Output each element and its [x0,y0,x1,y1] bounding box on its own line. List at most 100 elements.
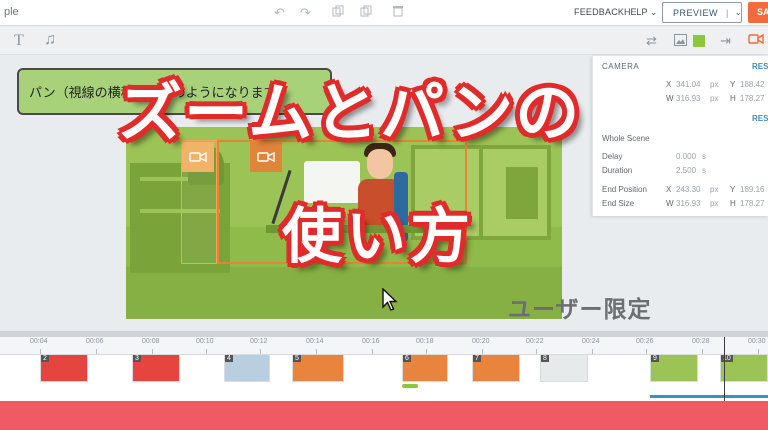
app-title: ple [4,6,19,18]
timeline-tick-mark [206,349,207,354]
end-h-value[interactable]: 178.27 [740,199,764,208]
chevron-down-icon: ⌄ [649,7,658,17]
x-unit: px [710,80,719,89]
end-y-label: Y [730,185,736,194]
caption-line-2: 使い方 [282,202,474,272]
bottle-shape [506,167,538,219]
timeline-tick-label: 00:30 [748,338,766,345]
w-label: W [666,94,674,103]
whole-scene-select[interactable]: Whole Scene [602,134,650,143]
mouse-cursor-icon [382,287,398,317]
timeline-tick-mark [646,349,647,354]
save-button[interactable]: SA [748,2,768,23]
clip-number: 2 [41,355,49,362]
timeline-tick-label: 00:22 [526,338,544,345]
camera-track-bar[interactable] [650,395,768,398]
duration-value[interactable]: 2.500 [676,166,696,175]
panel-heading: CAMERA [602,62,640,71]
y-value[interactable]: 188.42 [740,80,764,89]
camera-tool-icon[interactable] [748,33,764,48]
duration-unit: s [702,166,706,175]
undo-icon[interactable]: ↶ [274,5,285,21]
clip-number: 4 [225,355,233,362]
feedback-link[interactable]: FEEDBACK [574,7,624,17]
timeline-tick-label: 00:06 [86,338,104,345]
end-y-value[interactable]: 189.16 [740,185,764,194]
timeline-tick-label: 00:10 [196,338,214,345]
image-icon[interactable] [674,34,687,49]
clip-number: 6 [403,355,411,362]
transition-marker[interactable] [402,384,418,388]
h-value[interactable]: 178.27 [740,94,764,103]
timeline-tick-mark [592,349,593,354]
members-only-watermark: ユーザー限定 [508,296,652,322]
end-size-label: End Size [602,199,635,208]
timeline-tick-label: 00:08 [142,338,160,345]
reset-link[interactable]: RES [752,62,768,71]
swap-icon[interactable]: ⇄ [646,33,657,49]
w-value[interactable]: 316.93 [676,94,700,103]
timeline-tick-label: 00:18 [416,338,434,345]
timeline-tick-label: 00:28 [692,338,710,345]
end-x-unit: px [710,185,719,194]
playhead[interactable] [724,337,725,401]
enter-icon[interactable]: ⇥ [720,33,731,49]
timeline-clip[interactable]: 4 [224,354,270,382]
music-tool-icon[interactable]: ♫ [44,31,56,49]
timeline-tick-label: 00:20 [472,338,490,345]
timeline-clip[interactable]: 2 [40,354,88,382]
end-position-label: End Position [602,185,647,194]
delete-icon[interactable] [392,5,404,20]
x-label: X [666,80,672,89]
end-x-value[interactable]: 243.30 [676,185,700,194]
delay-value[interactable]: 0.000 [676,152,696,161]
w-unit: px [710,94,719,103]
end-x-label: X [666,185,672,194]
reset-link-2[interactable]: RES [752,114,768,123]
clip-number: 8 [541,355,549,362]
chevron-down-icon[interactable]: ⌄ [735,8,742,17]
caption-line-1: ズームとパンの [118,77,582,151]
timeline-tick-mark [536,349,537,354]
clip-number: 3 [133,355,141,362]
timeline-clip[interactable]: 9 [650,354,698,382]
clip-number: 10 [721,355,733,362]
delay-label: Delay [602,152,623,161]
help-label: HELP [624,7,648,17]
timeline-tick-label: 00:16 [362,338,380,345]
bottom-banner [0,401,768,430]
end-h-label: H [730,199,736,208]
clip-number: 9 [651,355,659,362]
timeline-tick-mark [702,349,703,354]
duration-label: Duration [602,166,633,175]
h-label: H [730,94,736,103]
timeline-tick-mark [372,349,373,354]
clip-number: 5 [293,355,301,362]
timeline-tick-label: 00:12 [250,338,268,345]
redo-icon[interactable]: ↷ [300,5,311,21]
timeline-clip[interactable]: 8 [540,354,588,382]
copy-icon[interactable] [332,5,344,20]
preview-separator: | [726,7,729,18]
paste-icon[interactable] [360,5,372,20]
timeline-clip[interactable]: 6 [402,354,448,382]
timeline-clip[interactable]: 10 [720,354,768,382]
timeline-clip[interactable]: 7 [472,354,520,382]
clip-number: 7 [473,355,481,362]
timeline-tick-label: 00:14 [306,338,324,345]
preview-label: PREVIEW [673,7,719,18]
help-menu[interactable]: HELP ⌄ [624,7,657,18]
end-w-value[interactable]: 316.93 [676,199,700,208]
timeline-clip[interactable]: 3 [132,354,180,382]
timeline-clip[interactable]: 5 [292,354,344,382]
y-label: Y [730,80,736,89]
text-tool-icon[interactable]: T [14,32,24,50]
timeline-tick-label: 00:04 [30,338,48,345]
end-w-label: W [666,199,674,208]
window-divider [479,145,483,240]
timeline-tick-mark [96,349,97,354]
preview-button[interactable]: PREVIEW | ⌄ [662,2,742,23]
color-swatch[interactable] [693,35,705,47]
end-w-unit: px [710,199,719,208]
x-value[interactable]: 341.04 [676,80,700,89]
